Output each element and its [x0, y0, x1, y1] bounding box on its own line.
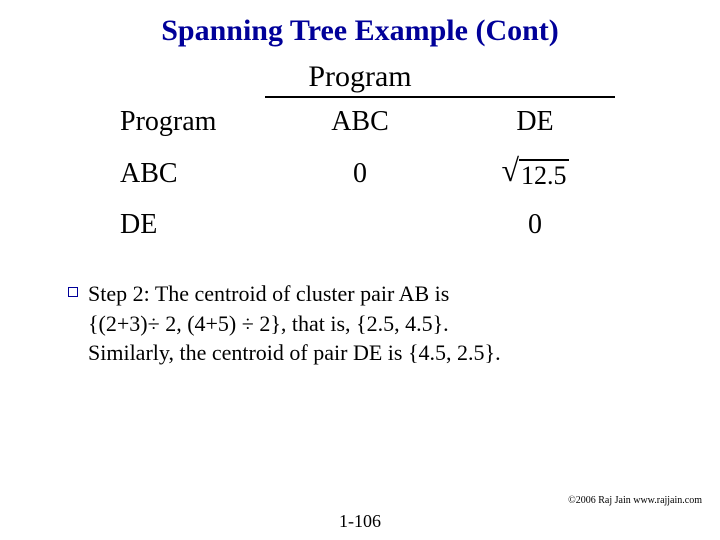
page-number: 1-106 — [0, 511, 720, 532]
sqrt-icon: √ — [501, 156, 519, 184]
step-text: Step 2: The centroid of cluster pair AB … — [88, 279, 501, 368]
matrix-cell: 0 — [450, 209, 620, 241]
matrix-cell: DE — [450, 106, 620, 138]
matrix-row: ABC 0 √ 12.5 — [100, 156, 620, 191]
sqrt-value: 12.5 — [519, 159, 569, 191]
matrix-top-label: Program — [308, 60, 411, 94]
slide-title: Spanning Tree Example (Cont) — [40, 14, 680, 48]
matrix-cell-sqrt: √ 12.5 — [450, 156, 620, 191]
matrix-cell: ABC — [270, 106, 450, 138]
bullet-item: Step 2: The centroid of cluster pair AB … — [40, 279, 680, 368]
matrix-rule — [265, 96, 615, 98]
step-line: {(2+3)÷ 2, (4+5) ÷ 2}, that is, {2.5, 4.… — [88, 311, 449, 336]
matrix-cell: 0 — [270, 158, 450, 190]
matrix-row-header: Program ABC DE — [100, 106, 620, 138]
matrix-cell: Program — [100, 106, 270, 138]
step-line: Similarly, the centroid of pair DE is {4… — [88, 340, 501, 365]
copyright: ©2006 Raj Jain www.rajjain.com — [568, 495, 702, 506]
matrix-cell: DE — [100, 209, 270, 241]
distance-matrix: Program Program ABC DE ABC 0 √ 12.5 DE 0 — [100, 60, 620, 259]
matrix-cell: ABC — [100, 158, 270, 190]
step-line: Step 2: The centroid of cluster pair AB … — [88, 281, 449, 306]
slide: Spanning Tree Example (Cont) Program Pro… — [0, 0, 720, 540]
matrix-row: DE 0 — [100, 209, 620, 241]
bullet-icon — [68, 287, 78, 297]
